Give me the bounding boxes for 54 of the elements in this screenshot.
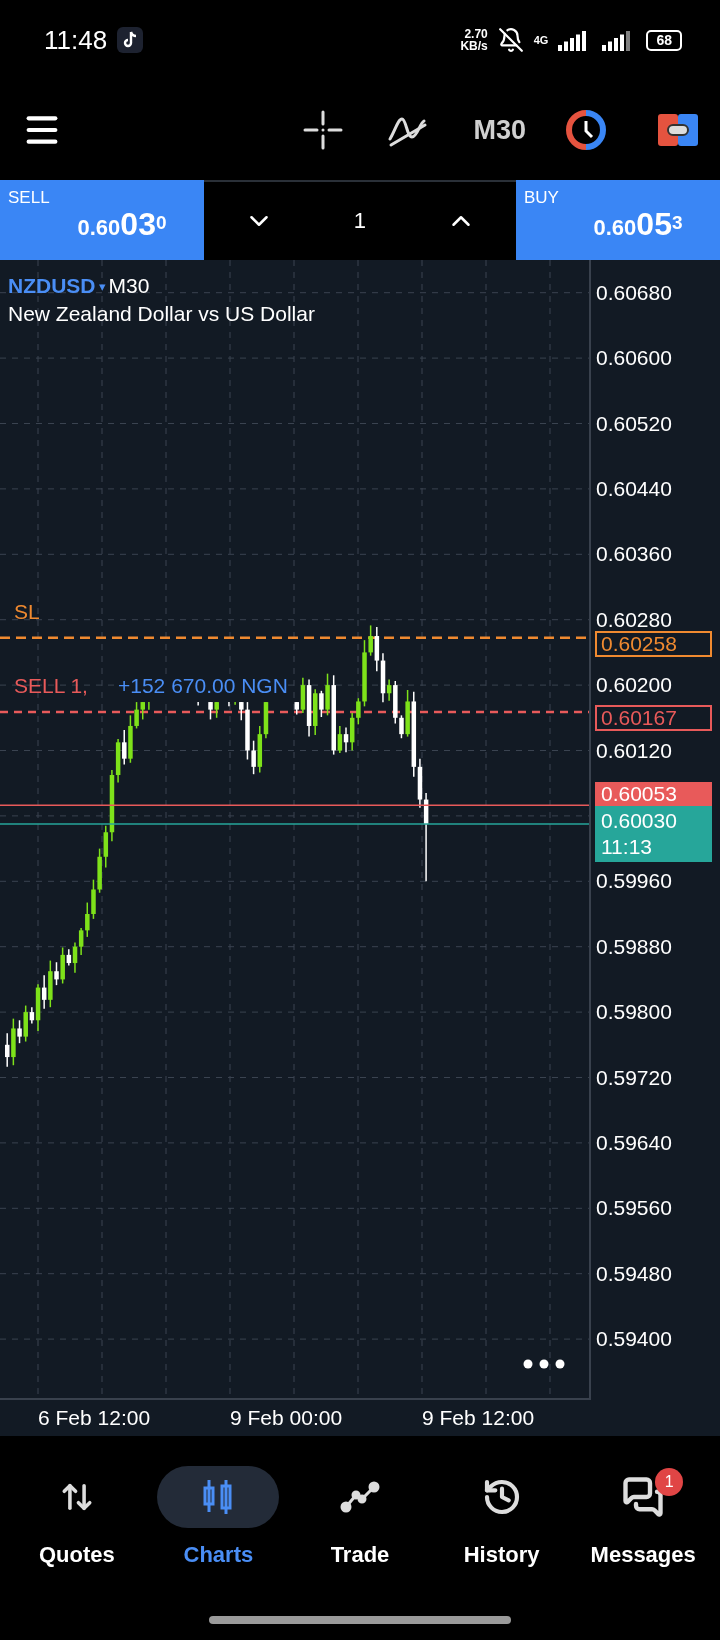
more-icon[interactable] [523,1359,565,1369]
price-axis-label: 0.60600 [596,347,672,370]
price-axis-label: 0.60680 [596,281,672,304]
price-axis-label: 0.59560 [596,1197,672,1220]
price-axis-label: 0.60360 [596,543,672,566]
quote-price: 0.6005$^{3}$ [593,208,683,245]
ask-price-tag: 0.60030 11:13 [595,806,712,863]
level-price-tag: 0.60258 [595,630,712,657]
network-speed: 2.70 KB/s [460,28,488,52]
time-axis-label: 6 Feb 12:00 [38,1405,152,1431]
volume-value[interactable]: 1 [353,208,367,234]
sell-button[interactable]: SELL 0.6003$^{0}$ [0,180,204,260]
nav-tab[interactable]: 1 Messages [578,1466,709,1568]
line-chart-icon [340,1481,380,1513]
buy-button[interactable]: BUY 0.6005$^{3}$ [516,180,720,260]
order-side-label: BUY [524,188,559,208]
network-type: 4G [533,34,549,46]
unread-badge: 1 [655,1468,684,1496]
toggle-icon[interactable] [658,114,698,146]
level-label: SL [14,599,40,624]
crosshair-icon[interactable] [303,110,344,150]
battery-level: 68 [646,29,682,51]
music-note-icon [117,27,144,53]
order-side-label: SELL [8,188,50,208]
price-axis-label: 0.60520 [596,412,672,435]
clock-icon[interactable] [566,110,606,150]
level-price-tag: 0.60167 [595,705,712,732]
symbol-description: New Zealand Dollar vs US Dollar [8,302,315,326]
status-time: 11:48 [44,24,108,56]
price-axis-label: 0.59960 [596,870,672,893]
price-axis-label: 0.60120 [596,739,672,762]
price-axis-label: 0.60440 [596,477,672,500]
nav-tab[interactable]: Trade [295,1466,425,1568]
symbol-caret[interactable]: ▾ [98,278,106,294]
level-label: SELL 1, [14,674,88,699]
chart-timeframe: M30 [108,274,150,298]
price-axis-label: 0.60280 [596,608,672,631]
bid-price-tag: 0.60053 [595,782,712,807]
nav-tab[interactable]: History [436,1466,567,1568]
price-axis-label: 0.59480 [596,1262,672,1285]
mute-icon [497,27,524,53]
price-axis-label: 0.59720 [596,1066,672,1089]
chat-bubbles-icon [622,1476,665,1518]
price-axis-label: 0.59800 [596,1001,672,1024]
quote-price: 0.6003$^{0}$ [77,208,167,245]
price-axis-label: 0.59880 [596,935,672,958]
price-axis-label: 0.59400 [596,1328,672,1351]
time-axis-label: 9 Feb 00:00 [230,1405,344,1431]
symbol-name[interactable]: NZDUSD [8,274,96,298]
price-axis-label: 0.60200 [596,674,672,697]
time-axis-label: 9 Feb 12:00 [422,1405,536,1431]
nav-tab[interactable]: Quotes [11,1466,142,1568]
price-axis-label: 0.59640 [596,1131,672,1154]
timeframe-button[interactable]: M30 [473,114,526,146]
